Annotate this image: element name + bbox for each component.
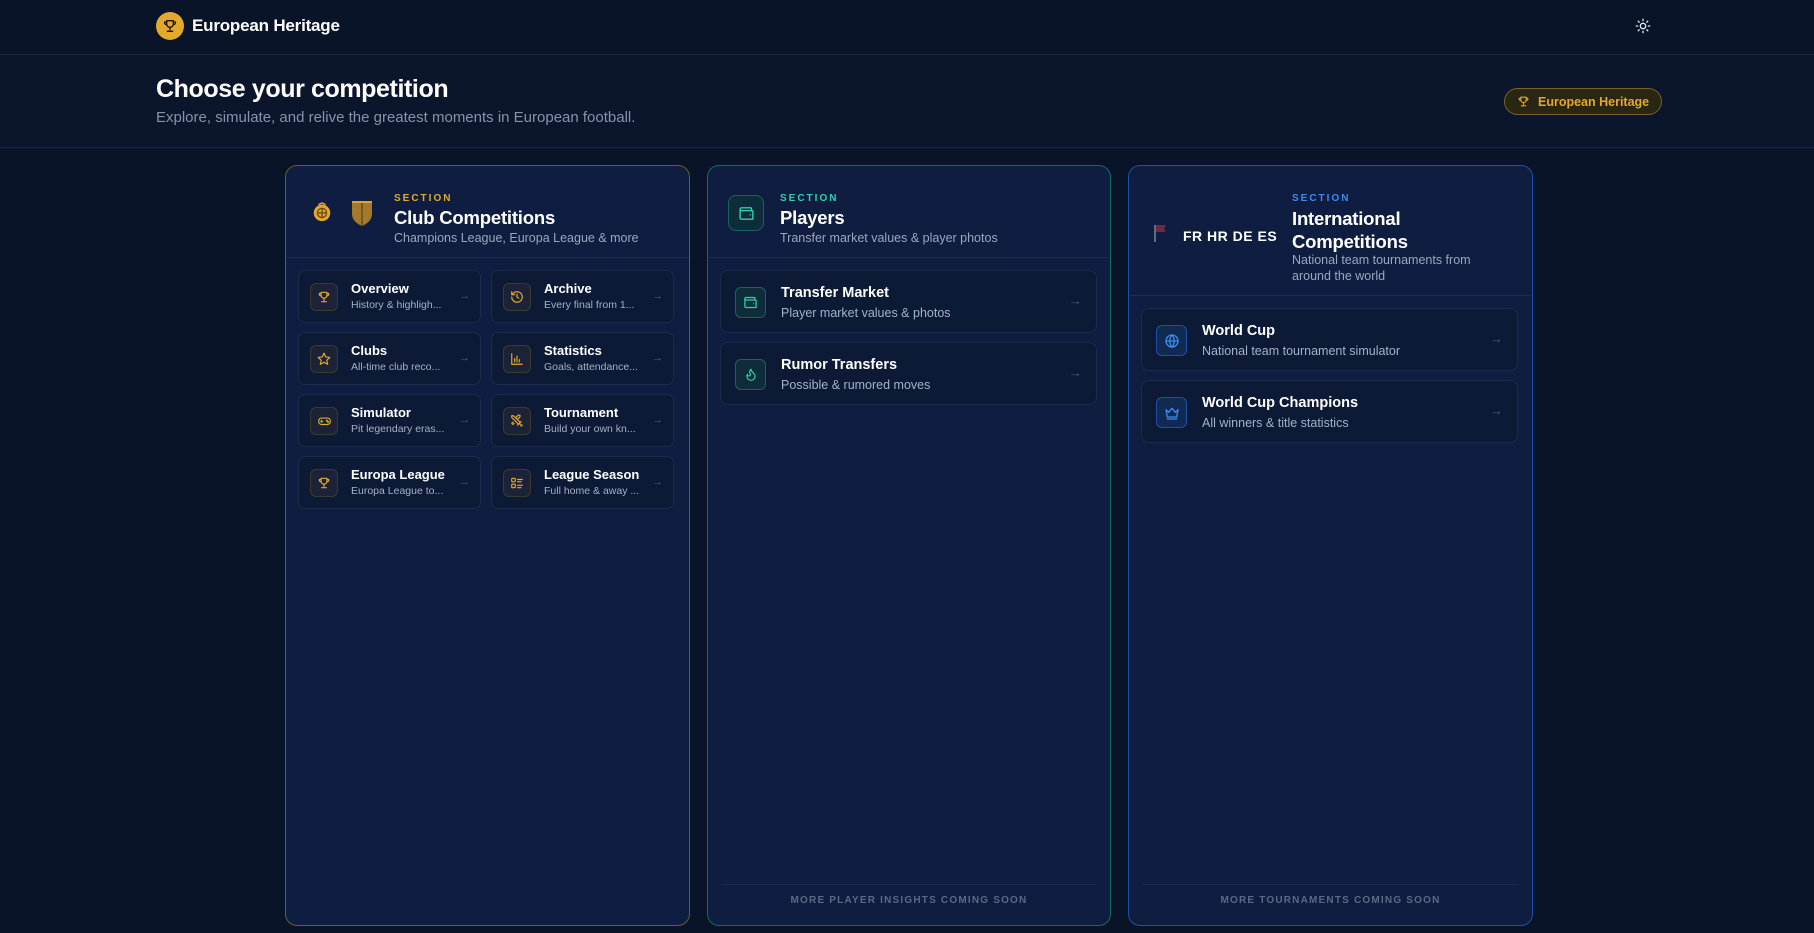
card-title: Players	[780, 207, 845, 228]
flag-country-codes: FR HR DE ES	[1183, 228, 1278, 244]
page-header: Choose your competition Explore, simulat…	[0, 55, 1814, 148]
brand[interactable]: European Heritage	[156, 12, 340, 40]
world-cup-link[interactable]: World Cup National team tournament simul…	[1141, 308, 1518, 371]
section-tag: SECTION	[394, 193, 453, 204]
trophy-icon	[310, 469, 338, 497]
arrow-right-icon: →	[1069, 293, 1082, 308]
item-title: Overview	[351, 281, 409, 296]
overview-link[interactable]: Overview History & highligh... →	[298, 270, 481, 323]
players-nav-list: Transfer Market Player market values & p…	[720, 270, 1097, 414]
item-title: World Cup	[1202, 323, 1276, 339]
gamepad-icon	[310, 407, 338, 435]
archive-link[interactable]: Archive Every final from 1... →	[491, 270, 674, 323]
arrow-right-icon: →	[1490, 331, 1503, 346]
arrow-right-icon: →	[459, 476, 470, 488]
item-title: Statistics	[544, 343, 602, 358]
arrow-right-icon: →	[1490, 403, 1503, 418]
arrow-right-icon: →	[652, 352, 663, 364]
arrow-right-icon: →	[459, 414, 470, 426]
wallet-icon	[728, 195, 764, 231]
item-subtitle: History & highligh...	[351, 299, 442, 311]
section-tag: SECTION	[780, 193, 839, 204]
item-subtitle: Europa League to...	[351, 485, 444, 497]
world-cup-champions-link[interactable]: World Cup Champions All winners & title …	[1141, 380, 1518, 443]
item-subtitle: Build your own kn...	[544, 423, 636, 435]
item-subtitle: National team tournament simulator	[1202, 344, 1401, 358]
intl-card-header: FR HR DE ES SECTION International Compet…	[1129, 166, 1532, 296]
trophy-icon	[1518, 96, 1529, 107]
players-card-header: SECTION Players Transfer market values &…	[708, 166, 1110, 258]
item-title: Clubs	[351, 343, 388, 358]
card-description: National team tournaments from around th…	[1292, 253, 1471, 283]
coming-soon-note: MORE TOURNAMENTS COMING SOON	[1143, 884, 1518, 916]
top-nav: European Heritage	[0, 0, 1814, 55]
ball-emblem-icon	[311, 201, 333, 223]
transfer-market-link[interactable]: Transfer Market Player market values & p…	[720, 270, 1097, 333]
card-description: Champions League, Europa League & more	[394, 231, 639, 245]
card-title: International Competitions	[1292, 208, 1408, 252]
item-subtitle: Every final from 1...	[544, 299, 635, 311]
league-season-link[interactable]: League Season Full home & away ... →	[491, 456, 674, 509]
flag-icon	[1153, 223, 1169, 243]
heritage-badge-label: European Heritage	[1538, 94, 1650, 109]
intl-nav-list: World Cup National team tournament simul…	[1141, 308, 1518, 452]
shield-icon	[350, 199, 374, 227]
trophy-icon	[156, 12, 184, 40]
sun-icon	[1635, 18, 1651, 34]
item-title: Rumor Transfers	[781, 357, 898, 373]
item-title: Simulator	[351, 405, 411, 420]
international-competitions-card: FR HR DE ES SECTION International Compet…	[1128, 165, 1533, 926]
bar-chart-icon	[503, 345, 531, 373]
club-card-header: SECTION Club Competitions Champions Leag…	[286, 166, 689, 258]
clubs-link[interactable]: Clubs All-time club reco... →	[298, 332, 481, 385]
arrow-right-icon: →	[652, 476, 663, 488]
item-subtitle: Full home & away ...	[544, 485, 640, 497]
card-description: Transfer market values & player photos	[780, 231, 998, 245]
arrow-right-icon: →	[652, 414, 663, 426]
trophy-icon	[310, 283, 338, 311]
item-title: Transfer Market	[781, 285, 889, 301]
page-title: Choose your competition	[156, 75, 449, 103]
simulator-link[interactable]: Simulator Pit legendary eras... →	[298, 394, 481, 447]
heritage-badge[interactable]: European Heritage	[1504, 88, 1663, 115]
club-nav-grid: Overview History & highligh... → Archive…	[298, 270, 678, 509]
theme-toggle-button[interactable]	[1633, 16, 1653, 36]
history-icon	[503, 283, 531, 311]
statistics-link[interactable]: Statistics Goals, attendance... →	[491, 332, 674, 385]
players-card: SECTION Players Transfer market values &…	[707, 165, 1111, 926]
item-subtitle: Goals, attendance...	[544, 361, 638, 373]
wallet-icon	[735, 287, 766, 318]
item-title: World Cup Champions	[1202, 395, 1359, 411]
item-title: Tournament	[544, 405, 619, 420]
coming-soon-note: MORE PLAYER INSIGHTS COMING SOON	[722, 884, 1096, 916]
brand-title: European Heritage	[192, 16, 340, 35]
item-subtitle: Pit legendary eras...	[351, 423, 445, 435]
globe-icon	[1156, 325, 1187, 356]
arrow-right-icon: →	[652, 290, 663, 302]
tournament-link[interactable]: Tournament Build your own kn... →	[491, 394, 674, 447]
rumor-transfers-link[interactable]: Rumor Transfers Possible & rumored moves…	[720, 342, 1097, 405]
arrow-right-icon: →	[1069, 365, 1082, 380]
crown-icon	[1156, 397, 1187, 428]
arrow-right-icon: →	[459, 290, 470, 302]
item-subtitle: Player market values & photos	[781, 306, 951, 320]
page-subtitle: Explore, simulate, and relive the greate…	[156, 109, 636, 126]
club-competitions-card: SECTION Club Competitions Champions Leag…	[285, 165, 690, 926]
flame-icon	[735, 359, 766, 390]
section-tag: SECTION	[1292, 193, 1351, 204]
europa-league-link[interactable]: Europa League Europa League to... →	[298, 456, 481, 509]
arrow-right-icon: →	[459, 352, 470, 364]
item-title: Europa League	[351, 467, 445, 482]
card-title: Club Competitions	[394, 207, 556, 228]
list-icon	[503, 469, 531, 497]
item-subtitle: Possible & rumored moves	[781, 378, 931, 392]
star-icon	[310, 345, 338, 373]
item-subtitle: All-time club reco...	[351, 361, 441, 373]
item-title: Archive	[544, 281, 592, 296]
item-title: League Season	[544, 467, 640, 482]
item-subtitle: All winners & title statistics	[1202, 416, 1349, 430]
swords-icon	[503, 407, 531, 435]
